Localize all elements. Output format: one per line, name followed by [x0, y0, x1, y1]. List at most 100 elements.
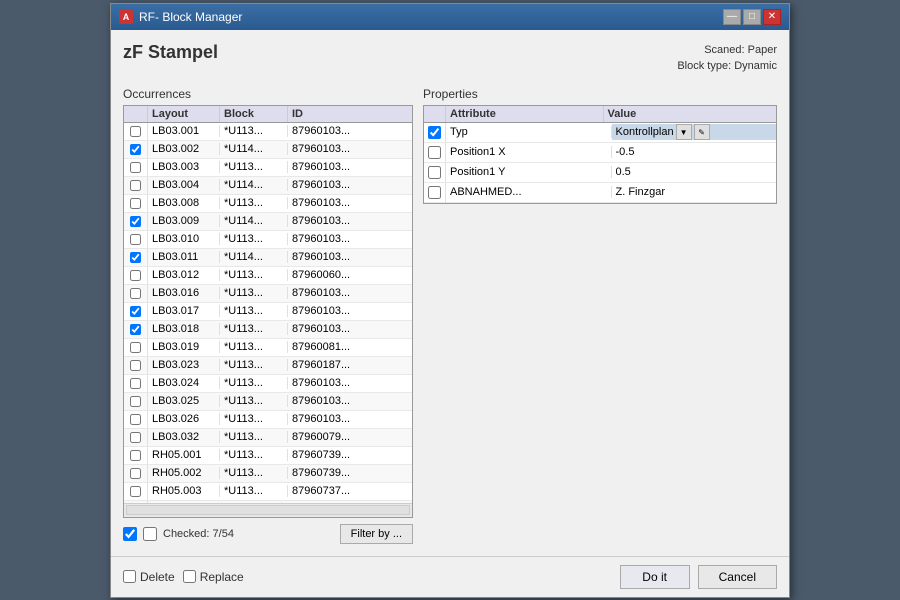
row-checkbox-2[interactable]	[124, 159, 148, 176]
row-checkbox-4[interactable]	[124, 195, 148, 212]
row-block-14: *U113...	[220, 377, 288, 389]
value-text-0: Kontrollplan	[616, 126, 674, 138]
table-row: LB03.023 *U113... 87960187...	[124, 357, 412, 375]
row-checkbox-5[interactable]	[124, 213, 148, 230]
props-row-check-1[interactable]	[424, 143, 446, 162]
row-block-0: *U113...	[220, 125, 288, 137]
table-row: LB03.018 *U113... 87960103...	[124, 321, 412, 339]
row-id-14: 87960103...	[288, 377, 412, 389]
scanned-line1: Scaned: Paper	[677, 42, 777, 59]
dropdown-btn-0[interactable]: ▼	[676, 124, 692, 140]
row-block-12: *U113...	[220, 341, 288, 353]
table-row: LB03.008 *U113... 87960103...	[124, 195, 412, 213]
row-layout-14: LB03.024	[148, 377, 220, 389]
props-row-val-3: Z. Finzgar	[612, 186, 777, 198]
row-id-13: 87960187...	[288, 359, 412, 371]
window-title: RF- Block Manager	[139, 10, 242, 24]
row-checkbox-11[interactable]	[124, 321, 148, 338]
props-row-attr-1: Position1 X	[446, 146, 612, 158]
row-id-15: 87960103...	[288, 395, 412, 407]
cancel-button[interactable]: Cancel	[698, 565, 777, 589]
scanned-line2: Block type: Dynamic	[677, 58, 777, 75]
table-row: LB03.010 *U113... 87960103...	[124, 231, 412, 249]
table-row: RH05.004 *U113... 87960736...	[124, 501, 412, 503]
row-checkbox-12[interactable]	[124, 339, 148, 356]
layout-header: Layout	[148, 106, 220, 122]
table-row: RH05.001 *U113... 87960739...	[124, 447, 412, 465]
value-text-2: 0.5	[616, 166, 631, 178]
row-checkbox-1[interactable]	[124, 141, 148, 158]
occurrences-table: Layout Block ID LB03.001 *U113... 879601…	[123, 105, 413, 518]
app-icon: A	[119, 10, 133, 24]
row-checkbox-17[interactable]	[124, 429, 148, 446]
row-checkbox-6[interactable]	[124, 231, 148, 248]
horizontal-scrollbar[interactable]	[124, 503, 412, 517]
row-layout-10: LB03.017	[148, 305, 220, 317]
props-row-val-1: -0.5	[612, 146, 777, 158]
row-layout-4: LB03.008	[148, 197, 220, 209]
row-checkbox-19[interactable]	[124, 465, 148, 482]
row-checkbox-20[interactable]	[124, 483, 148, 500]
row-checkbox-18[interactable]	[124, 447, 148, 464]
row-checkbox-9[interactable]	[124, 285, 148, 302]
edit-btn-0[interactable]: ✎	[694, 124, 710, 140]
filter-button[interactable]: Filter by ...	[340, 524, 413, 544]
delete-label[interactable]: Delete	[123, 570, 175, 584]
row-layout-2: LB03.003	[148, 161, 220, 173]
block-header: Block	[220, 106, 288, 122]
row-block-10: *U113...	[220, 305, 288, 317]
row-checkbox-16[interactable]	[124, 411, 148, 428]
row-block-4: *U113...	[220, 197, 288, 209]
row-checkbox-3[interactable]	[124, 177, 148, 194]
props-row-val-0: Kontrollplan ▼ ✎	[612, 124, 777, 140]
row-block-11: *U113...	[220, 323, 288, 335]
props-row-check-2[interactable]	[424, 163, 446, 182]
props-row: Typ Kontrollplan ▼ ✎	[424, 123, 776, 143]
row-block-9: *U113...	[220, 287, 288, 299]
row-checkbox-0[interactable]	[124, 123, 148, 140]
row-checkbox-10[interactable]	[124, 303, 148, 320]
row-checkbox-13[interactable]	[124, 357, 148, 374]
occurrences-panel: Occurrences Layout Block ID LB03.001 *U1…	[123, 87, 413, 544]
delete-checkbox[interactable]	[123, 570, 136, 583]
checked-bar: Checked: 7/54 Filter by ...	[123, 524, 413, 544]
table-row: LB03.002 *U114... 87960103...	[124, 141, 412, 159]
row-checkbox-15[interactable]	[124, 393, 148, 410]
id-header: ID	[288, 106, 396, 122]
row-layout-3: LB03.004	[148, 179, 220, 191]
row-id-4: 87960103...	[288, 197, 412, 209]
h-scroll-track[interactable]	[126, 505, 410, 515]
props-scroll-col	[760, 106, 776, 122]
row-checkbox-8[interactable]	[124, 267, 148, 284]
table-row: LB03.024 *U113... 87960103...	[124, 375, 412, 393]
row-checkbox-21[interactable]	[124, 501, 148, 503]
replace-label[interactable]: Replace	[183, 570, 244, 584]
props-row-check-0[interactable]	[424, 123, 446, 142]
footer: Delete Replace Do it Cancel	[111, 556, 789, 597]
row-id-6: 87960103...	[288, 233, 412, 245]
uncheck-all-checkbox[interactable]	[143, 527, 157, 541]
check-header	[124, 106, 148, 122]
props-row-check-3[interactable]	[424, 183, 446, 202]
table-row: LB03.017 *U113... 87960103...	[124, 303, 412, 321]
table-row: LB03.009 *U114... 87960103...	[124, 213, 412, 231]
props-row: Position1 Y 0.5	[424, 163, 776, 183]
row-layout-7: LB03.011	[148, 251, 220, 263]
check-all-checkbox[interactable]	[123, 527, 137, 541]
titlebar-buttons: — □ ✕	[723, 9, 781, 25]
props-row-attr-0: Typ	[446, 126, 612, 138]
minimize-button[interactable]: —	[723, 9, 741, 25]
row-checkbox-7[interactable]	[124, 249, 148, 266]
row-layout-15: LB03.025	[148, 395, 220, 407]
close-button[interactable]: ✕	[763, 9, 781, 25]
doit-button[interactable]: Do it	[620, 565, 690, 589]
row-block-7: *U114...	[220, 251, 288, 263]
row-checkbox-14[interactable]	[124, 375, 148, 392]
props-row-val-2: 0.5	[612, 166, 777, 178]
row-id-0: 87960103...	[288, 125, 412, 137]
row-id-20: 87960737...	[288, 485, 412, 497]
table-row: LB03.004 *U114... 87960103...	[124, 177, 412, 195]
maximize-button[interactable]: □	[743, 9, 761, 25]
replace-checkbox[interactable]	[183, 570, 196, 583]
row-layout-13: LB03.023	[148, 359, 220, 371]
